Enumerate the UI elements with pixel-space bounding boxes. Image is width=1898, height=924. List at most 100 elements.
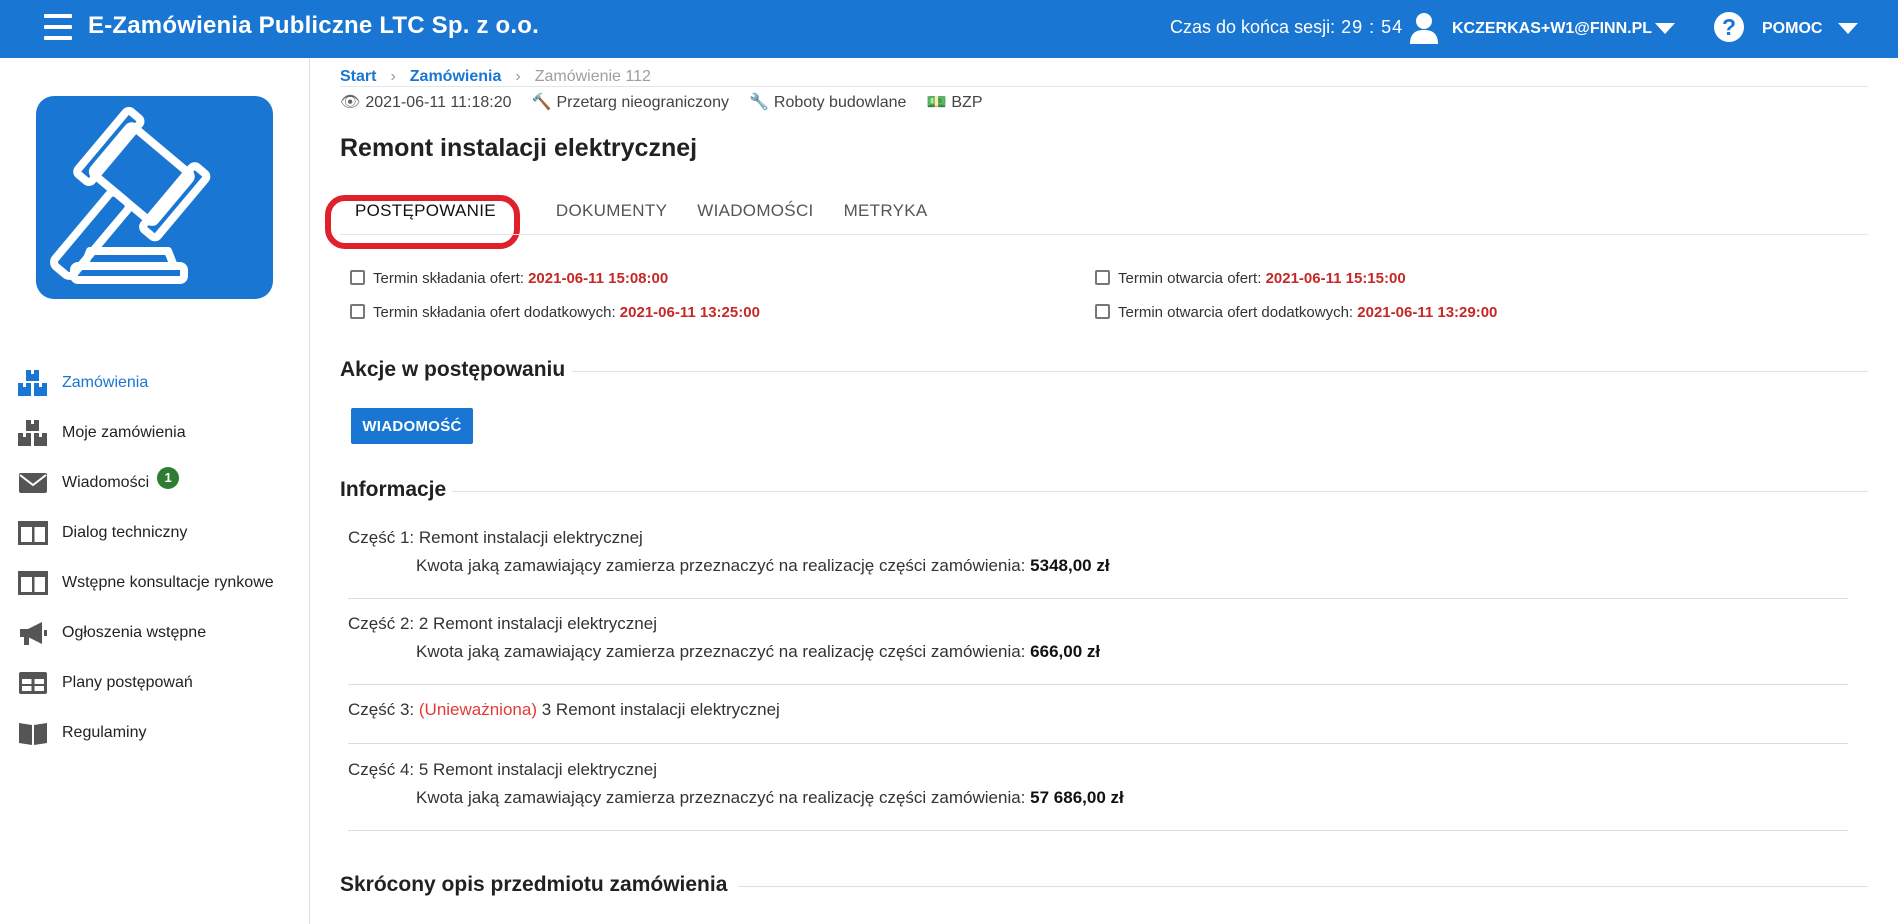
- meta-mode: 🔨 Przetarg nieograniczony: [532, 92, 729, 112]
- user-icon[interactable]: [1410, 12, 1438, 44]
- extra-offers-deadline: Termin składania ofert dodatkowych: 2021…: [350, 304, 760, 321]
- page-title: Remont instalacji elektrycznej: [340, 134, 698, 162]
- sidebar-item-label: Plany postępowań: [62, 674, 193, 691]
- extra-opening-date: Termin otwarcia ofert dodatkowych: 2021-…: [1095, 304, 1497, 321]
- list-item: Część 1: Remont instalacji elektrycznej …: [348, 528, 1848, 576]
- breadcrumb: Start › Zamówienia › Zamówienie 112: [340, 68, 651, 86]
- sidebar-item-label: Regulaminy: [62, 724, 147, 741]
- tab-metryka[interactable]: METRYKA: [844, 201, 928, 221]
- divider: [738, 886, 1868, 887]
- chevron-right-icon: ›: [515, 68, 521, 85]
- book-icon: [19, 723, 47, 745]
- calendar-icon: [350, 304, 365, 319]
- breadcrumb-current: Zamówienie 112: [534, 68, 651, 85]
- help-menu[interactable]: POMOC: [1762, 20, 1822, 38]
- user-menu[interactable]: KCZERKAS+W1@FINN.PL: [1452, 20, 1652, 38]
- message-button[interactable]: WIADOMOŚĆ: [351, 408, 473, 444]
- part-name: 2 Remont instalacji elektrycznej: [418, 614, 657, 633]
- sidebar-item-zamowienia[interactable]: Zamówienia: [0, 358, 310, 408]
- sidebar-item-label: Ogłoszenia wstępne: [62, 624, 207, 641]
- part-amount: 666,00 zł: [1030, 642, 1101, 661]
- section-actions-title: Akcje w postępowaniu: [340, 358, 566, 381]
- sidebar-item-regulaminy[interactable]: Regulaminy: [0, 708, 310, 758]
- list-item: Część 2: 2 Remont instalacji elektryczne…: [348, 614, 1848, 662]
- columns-icon: [18, 571, 48, 595]
- part-name: Remont instalacji elektrycznej: [418, 528, 643, 547]
- amount-label: Kwota jaką zamawiający zamierza przeznac…: [416, 788, 1026, 807]
- hammer-icon: 🔨: [531, 94, 552, 111]
- divider: [348, 830, 1848, 831]
- divider: [348, 684, 1848, 685]
- envelope-open-icon: [1095, 304, 1110, 319]
- divider: [572, 371, 1868, 372]
- sidebar-item-plany-postepowan[interactable]: Plany postępowań: [0, 658, 310, 708]
- sidebar-item-label: Wstępne konsultacje rynkowe: [62, 574, 274, 591]
- opening-date: Termin otwarcia ofert: 2021-06-11 15:15:…: [1095, 270, 1406, 287]
- chevron-down-icon[interactable]: [1838, 23, 1858, 34]
- offers-deadline-value: 2021-06-11 15:08:00: [528, 270, 669, 287]
- part-label: Część 2:: [348, 614, 415, 633]
- sidebar-item-dialog-techniczny[interactable]: Dialog techniczny: [0, 508, 310, 558]
- opening-date-label: Termin otwarcia ofert:: [1118, 270, 1262, 287]
- top-bar: E-Zamówienia Publiczne LTC Sp. z o.o. Cz…: [0, 0, 1898, 58]
- gavel-icon[interactable]: [36, 96, 273, 299]
- tab-dokumenty[interactable]: DOKUMENTY: [556, 201, 667, 221]
- breadcrumb-start[interactable]: Start: [340, 68, 376, 86]
- extra-opening-date-label: Termin otwarcia ofert dodatkowych:: [1118, 304, 1354, 321]
- divider: [348, 743, 1848, 744]
- offers-deadline-label: Termin składania ofert:: [373, 270, 524, 287]
- order-meta: 👁 2021-06-11 11:18:20 🔨 Przetarg nieograni…: [340, 92, 983, 112]
- part-name: 3 Remont instalacji elektrycznej: [541, 700, 780, 719]
- part-status-cancelled: (Unieważniona): [418, 700, 537, 719]
- session-timer: Czas do końca sesji: 29 : 54: [1170, 17, 1403, 38]
- part-label: Część 4:: [348, 760, 415, 779]
- sidebar-item-label: Moje zamówienia: [62, 424, 186, 441]
- app-title: E-Zamówienia Publiczne LTC Sp. z o.o.: [88, 12, 539, 39]
- tabs: POSTĘPOWANIE DOKUMENTY WIADOMOŚCI METRYK…: [325, 188, 958, 249]
- extra-offers-deadline-label: Termin składania ofert dodatkowych:: [373, 304, 616, 321]
- sidebar-item-moje-zamowienia[interactable]: Moje zamówienia: [0, 408, 310, 458]
- megaphone-icon: [20, 622, 47, 645]
- meta-category: 🔧 Roboty budowlane: [749, 92, 906, 112]
- sidebar: Zamówienia Moje zamówienia Wiadomości 1 …: [0, 58, 310, 924]
- extra-opening-date-value: 2021-06-11 13:29:00: [1357, 304, 1498, 321]
- part-name: 5 Remont instalacji elektrycznej: [418, 760, 657, 779]
- tab-wiadomosci[interactable]: WIADOMOŚCI: [697, 201, 813, 221]
- part-amount: 5348,00 zł: [1030, 556, 1110, 575]
- calendar-icon: [350, 270, 365, 285]
- tab-postepowanie[interactable]: POSTĘPOWANIE: [325, 195, 526, 249]
- chevron-right-icon: ›: [390, 68, 396, 85]
- divider: [340, 234, 1868, 235]
- list-item: Część 4: 5 Remont instalacji elektryczne…: [348, 760, 1848, 808]
- sidebar-item-label: Dialog techniczny: [62, 524, 188, 541]
- meta-date: 👁 2021-06-11 11:18:20: [340, 92, 512, 112]
- sidebar-item-label: Wiadomości: [62, 474, 150, 491]
- boxes-icon: [18, 420, 47, 446]
- wrench-icon: 🔧: [748, 94, 769, 111]
- unread-badge: 1: [157, 467, 180, 489]
- tab-highlight: [325, 195, 520, 249]
- section-description-title: Skrócony opis przedmiotu zamówienia: [340, 873, 728, 896]
- divider: [348, 598, 1848, 599]
- sidebar-item-wstepne-konsultacje[interactable]: Wstępne konsultacje rynkowe: [0, 558, 310, 608]
- columns-icon: [18, 521, 48, 545]
- breadcrumb-orders[interactable]: Zamówienia: [410, 68, 502, 86]
- part-label: Część 1:: [348, 528, 415, 547]
- help-icon[interactable]: ?: [1714, 12, 1744, 42]
- sidebar-item-wiadomosci[interactable]: Wiadomości 1: [0, 458, 310, 508]
- offers-deadline: Termin składania ofert: 2021-06-11 15:08…: [350, 270, 668, 287]
- divider: [452, 491, 1868, 492]
- amount-label: Kwota jaką zamawiający zamierza przeznac…: [416, 556, 1026, 575]
- table-icon: [19, 672, 47, 694]
- opening-date-value: 2021-06-11 15:15:00: [1265, 270, 1406, 287]
- meta-mode-value: Przetarg nieograniczony: [556, 94, 729, 111]
- eye-icon: 👁: [340, 94, 361, 111]
- meta-source-value: BZP: [951, 94, 983, 111]
- sidebar-item-ogloszenia-wstepne[interactable]: Ogłoszenia wstępne: [0, 608, 310, 658]
- envelope-icon: [19, 473, 47, 493]
- hamburger-icon[interactable]: [44, 14, 72, 40]
- sidebar-nav: Zamówienia Moje zamówienia Wiadomości 1 …: [0, 358, 310, 758]
- extra-offers-deadline-value: 2021-06-11 13:25:00: [619, 304, 760, 321]
- chevron-down-icon[interactable]: [1655, 23, 1675, 34]
- envelope-open-icon: [1095, 270, 1110, 285]
